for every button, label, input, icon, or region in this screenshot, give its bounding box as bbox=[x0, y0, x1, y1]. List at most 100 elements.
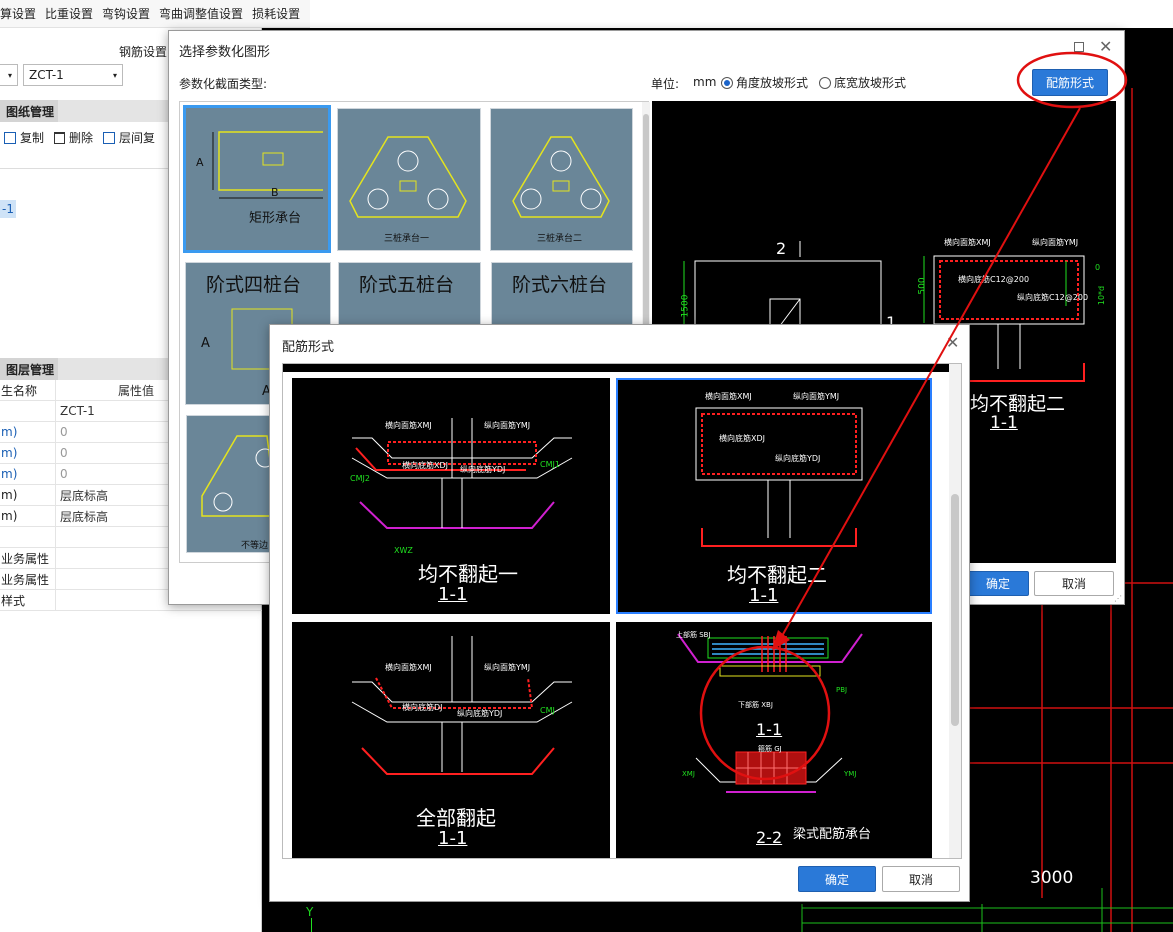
prop-value-header: 属性值 bbox=[118, 383, 155, 398]
property-name: 业务属性 bbox=[0, 548, 56, 568]
property-name: 样式 bbox=[0, 590, 56, 610]
drawing-toolbar: 复制 删除 层间复 bbox=[4, 129, 165, 146]
property-name: m) bbox=[0, 506, 56, 526]
panel-no-bend-1[interactable]: 横向面筋XMJ 纵向面筋YMJ 横向底筋XDJ 纵向底筋YDJ CMJ2 CMJ… bbox=[292, 378, 610, 614]
prop-name-header: 生名称 bbox=[0, 380, 56, 400]
menu-item-loss[interactable]: 损耗设置 bbox=[252, 5, 300, 22]
panel-beam-rebar[interactable]: 上部筋 SBJ 下部筋 XBJ PBJ 1-1 箍筋 GJ XMJ YMJ 2-… bbox=[616, 622, 932, 858]
menu-item-hook[interactable]: 弯钩设置 bbox=[102, 5, 150, 22]
p2-label-zxdj: 纵向底筋YDJ bbox=[775, 454, 821, 463]
property-value[interactable]: ZCT-1 bbox=[56, 404, 95, 418]
preview-caption-sub: 1-1 bbox=[990, 413, 1018, 433]
component-select-value: ZCT-1 bbox=[29, 68, 64, 82]
p1-title: 均不翻起一 bbox=[418, 562, 518, 586]
tab-layer-management[interactable]: 图层管理 bbox=[0, 358, 58, 380]
p4-label-gj: 箍筋 GJ bbox=[758, 745, 782, 753]
thumb-three-pile-2[interactable]: 三桩承台二 bbox=[490, 108, 633, 251]
panel-no-bend-2[interactable]: 横向面筋XMJ 纵向面筋YMJ 横向底筋XDJ 纵向底筋YDJ 均不翻起二 1-… bbox=[616, 378, 932, 614]
sub-dialog-title: 配筋形式 bbox=[282, 340, 335, 355]
cad-dimension: 3000 bbox=[1030, 868, 1074, 888]
property-value[interactable]: 0 bbox=[56, 425, 68, 439]
thumb-three-pile-1[interactable]: 三桩承台一 bbox=[337, 108, 481, 251]
tree-item-selected[interactable]: -1 bbox=[0, 200, 16, 218]
p1-label-cmj2: CMJ2 bbox=[350, 474, 370, 483]
radio-angle-slope[interactable]: 角度放坡形式 bbox=[721, 74, 808, 91]
floor-copy-button[interactable]: 层间复 bbox=[119, 129, 155, 146]
rebar-panel-grid: 横向面筋XMJ 纵向面筋YMJ 横向底筋XDJ 纵向底筋YDJ CMJ2 CMJ… bbox=[282, 363, 962, 859]
close-icon[interactable]: ✕ bbox=[1099, 37, 1112, 56]
rebar-form-button[interactable]: 配筋形式 bbox=[1032, 69, 1108, 96]
radio-width-slope[interactable]: 底宽放坡形式 bbox=[819, 74, 906, 91]
floor-copy-icon bbox=[103, 131, 116, 144]
svg-text:不等边: 不等边 bbox=[241, 539, 268, 551]
sub-cancel-button[interactable]: 取消 bbox=[882, 866, 960, 892]
delete-button[interactable]: 删除 bbox=[69, 129, 93, 146]
preview-label-hd: 横向底筋C12@200 bbox=[958, 275, 1030, 284]
menu-item-bend-adjust[interactable]: 弯曲调整值设置 bbox=[159, 5, 243, 22]
p4-sub2: 2-2 bbox=[756, 828, 783, 847]
thumbnail-scroll-thumb[interactable] bbox=[643, 114, 649, 334]
main-cancel-button[interactable]: 取消 bbox=[1034, 571, 1114, 596]
radio-width-label: 底宽放坡形式 bbox=[834, 76, 907, 90]
svg-text:矩形承台: 矩形承台 bbox=[249, 211, 301, 226]
property-value[interactable]: 层底标高 bbox=[56, 508, 108, 525]
sub-ok-button[interactable]: 确定 bbox=[798, 866, 876, 892]
thumb-rect-cap[interactable]: A B 矩形承台 bbox=[183, 105, 331, 253]
chevron-down-icon: ▾ bbox=[112, 70, 117, 80]
p4-label-xmj: XMJ bbox=[682, 770, 695, 778]
steel-settings-label[interactable]: 钢筋设置 bbox=[119, 43, 167, 60]
maximize-icon[interactable] bbox=[1074, 42, 1084, 52]
tab-drawing-management[interactable]: 图纸管理 bbox=[0, 100, 58, 122]
p1-label-hxdj: 横向底筋XDJ bbox=[402, 461, 448, 470]
component-select[interactable]: ZCT-1 ▾ bbox=[23, 64, 123, 86]
property-value[interactable]: 0 bbox=[56, 467, 68, 481]
p1-sub: 1-1 bbox=[438, 584, 468, 605]
preview-label-zero: 0 bbox=[1095, 263, 1101, 272]
p3-label-zxdj: 纵向底筋YDJ bbox=[457, 709, 503, 718]
p1-label-xwz: XWZ bbox=[394, 546, 413, 555]
property-value[interactable]: 0 bbox=[56, 446, 68, 460]
svg-text:阶式六桩台: 阶式六桩台 bbox=[512, 274, 607, 296]
trash-icon bbox=[54, 131, 66, 144]
axis-y-line bbox=[311, 918, 312, 932]
sub-close-icon[interactable]: ✕ bbox=[946, 333, 959, 352]
p3-label-zxmj: 纵向面筋YMJ bbox=[484, 663, 531, 672]
p3-label-hxmj: 横向面筋XMJ bbox=[385, 663, 432, 672]
panel-all-bend[interactable]: 横向面筋XMJ 纵向面筋YMJ 横向底筋DJ 纵向底筋YDJ CMJ 全部翻起 … bbox=[292, 622, 610, 858]
p3-sub: 1-1 bbox=[438, 828, 468, 849]
top-menu: 算设置 比重设置 弯钩设置 弯曲调整值设置 损耗设置 bbox=[0, 0, 310, 28]
dialog-title: 选择参数化图形 bbox=[179, 45, 271, 60]
preview-label-zx: 纵向面筋YMJ bbox=[1032, 238, 1079, 247]
menu-item-calc[interactable]: 算设置 bbox=[0, 5, 36, 22]
menu-item-density[interactable]: 比重设置 bbox=[45, 5, 93, 22]
preview-dim-500: 500 bbox=[917, 277, 928, 295]
svg-text:A: A bbox=[201, 336, 210, 351]
axis-y-label: Y bbox=[306, 905, 314, 919]
property-value[interactable]: 层底标高 bbox=[56, 487, 108, 504]
resize-grip-icon[interactable]: ⋰ bbox=[1114, 594, 1122, 603]
p2-label-hxmj: 横向面筋XMJ bbox=[705, 392, 752, 401]
floor-select[interactable]: ▾ bbox=[0, 64, 18, 86]
copy-icon bbox=[4, 131, 16, 144]
p4-label-ymj: YMJ bbox=[844, 770, 857, 778]
svg-text:三桩承台二: 三桩承台二 bbox=[537, 232, 582, 244]
preview-label-hx: 横向面筋XMJ bbox=[944, 238, 991, 247]
preview-label-d10: 10*d bbox=[1097, 285, 1107, 306]
p4-sub1: 1-1 bbox=[756, 720, 783, 739]
copy-button[interactable]: 复制 bbox=[20, 129, 44, 146]
p4-label-sbj: 上部筋 SBJ bbox=[676, 631, 711, 639]
unit-value: mm bbox=[693, 75, 717, 89]
section-type-label: 参数化截面类型: bbox=[179, 77, 268, 91]
p1-label-zxdj: 纵向底筋YDJ bbox=[460, 465, 506, 474]
preview-caption: 均不翻起二 bbox=[970, 393, 1066, 415]
p3-label-cmj: CMJ bbox=[540, 706, 555, 715]
p2-label-hxdj: 横向底筋XDJ bbox=[719, 434, 765, 443]
main-ok-button[interactable]: 确定 bbox=[967, 571, 1029, 596]
rebar-scroll-thumb[interactable] bbox=[951, 494, 959, 726]
preview-section-num: 2 bbox=[776, 239, 787, 258]
p4-label-pbj: PBJ bbox=[836, 686, 848, 694]
p1-label-cmj1: CMJ1 bbox=[540, 460, 560, 469]
rebar-form-dialog: 配筋形式 ✕ 横向面筋XMJ 纵向面筋YMJ 横向底筋XDJ 纵向底筋YDJ C… bbox=[269, 324, 970, 902]
p1-label-zxmj: 纵向面筋YMJ bbox=[484, 421, 531, 430]
radio-angle-label: 角度放坡形式 bbox=[736, 76, 809, 90]
